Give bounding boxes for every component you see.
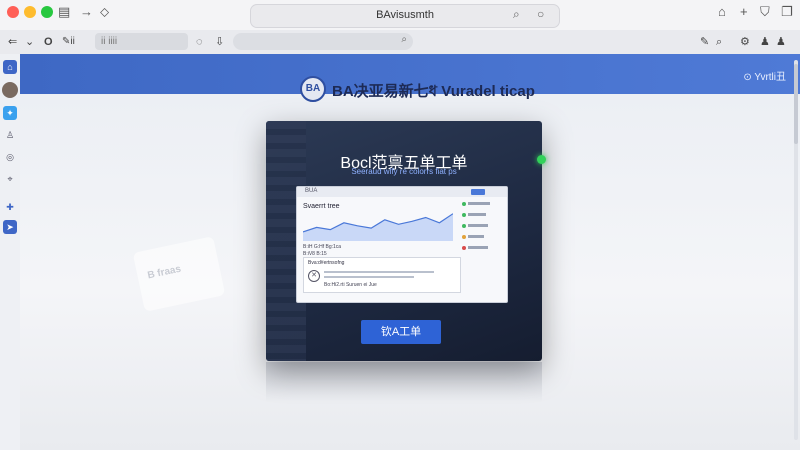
puzzle-icon[interactable]: ✚: [3, 200, 17, 214]
user-icon[interactable]: ♙: [3, 128, 17, 142]
status-indicator: [537, 155, 546, 164]
back-icon[interactable]: ⇐: [8, 34, 17, 50]
toolbar: ⇐ ⌄ O ✎ii ii iiii ◌ ⇩ ⌕ ✎ ⌕ ⚙ ♟ ♟: [0, 30, 800, 55]
sidebar: ⌂ ✦ ♙ ◎ ⌖ ✚ ➤: [0, 54, 21, 450]
legend-item: [462, 223, 502, 229]
dashboard-header-label: BUA: [305, 188, 318, 194]
dashboard-row-1: B:iH G:Hf Bg:1ca: [303, 244, 342, 250]
copy-icon[interactable]: ❐: [781, 4, 793, 20]
legend-item: [462, 234, 502, 240]
hero-subtitle: Seeraud wlfy re colorrs fiat ps: [351, 167, 457, 176]
dashboard-legend: [462, 201, 502, 256]
new-tab-icon[interactable]: +: [740, 4, 748, 20]
dashboard-header-button: [471, 189, 485, 195]
minimize-window-button[interactable]: [24, 6, 36, 18]
dashboard-header: BUA: [297, 187, 507, 197]
tools-icon: ✕: [308, 270, 320, 282]
dashboard-panel: Bva:d#ertnsofng ✕ Bo:Hi2.rti Suruen ei J…: [303, 257, 461, 293]
reload-icon[interactable]: ○: [537, 7, 544, 21]
tag-icon[interactable]: ⬦: [100, 4, 109, 20]
download-icon[interactable]: ⇩: [215, 34, 224, 50]
panel-line: [324, 271, 434, 273]
panel-note: Bo:Hi2.rti Suruen ei Jue: [324, 282, 377, 288]
globe-icon[interactable]: ◎: [3, 150, 17, 164]
close-window-button[interactable]: [7, 6, 19, 18]
tab-chip-label: ii iiii: [101, 36, 118, 47]
panel-line: [324, 276, 414, 278]
edit-icon[interactable]: ✎: [700, 34, 709, 50]
forward-arrow-icon[interactable]: →: [80, 4, 93, 20]
dashboard-title: Svaerrt tree: [303, 203, 340, 210]
banner-link-label: Yvrtli丑: [754, 72, 786, 83]
chevron-down-icon[interactable]: ⌄: [25, 34, 34, 50]
legend-item: [462, 245, 502, 251]
banner-link[interactable]: ⊙ Yvrtli丑: [743, 68, 786, 83]
user-icon-2[interactable]: ♟: [776, 34, 786, 50]
ghost-card: B fraas: [132, 236, 226, 312]
maximize-window-button[interactable]: [41, 6, 53, 18]
tab-chip[interactable]: ii iiii: [95, 33, 188, 50]
search-icon: ⌕: [401, 34, 407, 45]
ghost-card-text: B fraas: [146, 263, 183, 282]
lock-icon[interactable]: ◌: [196, 34, 203, 50]
card-reflection: [266, 362, 542, 402]
create-ticket-button[interactable]: 钦A工单: [361, 320, 441, 344]
legend-item: [462, 201, 502, 207]
chart-area: [303, 213, 453, 241]
twitter-icon[interactable]: ✦: [3, 106, 17, 120]
location-icon[interactable]: ⌖: [3, 172, 17, 186]
shield-icon[interactable]: ⛉: [760, 4, 770, 20]
sidebar-toggle-icon[interactable]: ▤: [58, 4, 70, 20]
panel-title: Bva:d#ertnsofng: [308, 260, 345, 266]
legend-item: [462, 212, 502, 218]
avatar[interactable]: [2, 82, 18, 98]
user-icon[interactable]: ♟: [760, 34, 770, 50]
bookmark-label-icon[interactable]: ✎ii: [62, 34, 75, 50]
search-icon[interactable]: ⌕: [716, 34, 722, 50]
search-icon[interactable]: ⌕: [513, 7, 520, 22]
address-bar[interactable]: BAvisusmth ⌕ ○: [250, 4, 560, 28]
send-icon[interactable]: ➤: [3, 220, 17, 234]
home-icon[interactable]: ⌂: [3, 60, 17, 74]
title-bar: ▤ → ⬦ BAvisusmth ⌕ ○ ⌂ + ⛉ ❐: [0, 0, 800, 31]
dashboard-preview: BUA Svaerrt tree B:iH G:Hf Bg:1ca B:iV8 …: [296, 186, 508, 303]
brand-name: BA决亚易新七ধ Vuradel ticap: [332, 83, 535, 100]
refresh-icon[interactable]: O: [44, 34, 53, 50]
scrollbar-thumb[interactable]: [794, 64, 798, 144]
gear-icon[interactable]: ⚙: [740, 34, 750, 50]
home-icon[interactable]: ⌂: [718, 4, 726, 20]
toolbar-search-input[interactable]: ⌕: [233, 33, 413, 50]
dashboard-chart: [303, 213, 453, 241]
brand-logo: BA: [300, 76, 326, 102]
